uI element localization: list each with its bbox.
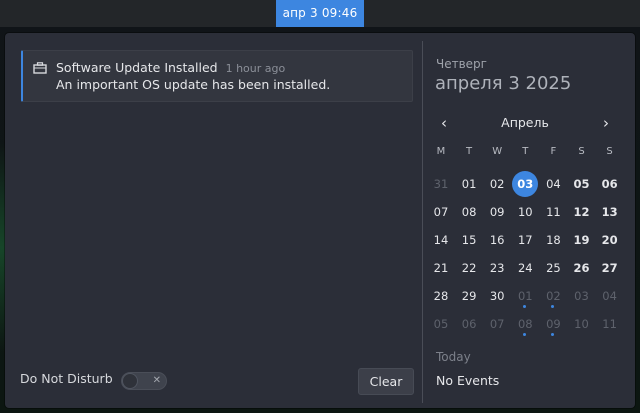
briefcase-icon bbox=[33, 62, 47, 74]
do-not-disturb-label: Do Not Disturb bbox=[20, 371, 113, 386]
calendar-day[interactable]: 15 bbox=[456, 227, 482, 253]
calendar-day[interactable]: 02 bbox=[540, 283, 566, 309]
calendar-day[interactable]: 05 bbox=[428, 311, 454, 337]
clear-button[interactable]: Clear bbox=[358, 368, 414, 395]
calendar-day[interactable]: 02 bbox=[484, 171, 510, 197]
do-not-disturb-toggle[interactable]: ✕ bbox=[121, 372, 167, 390]
notification-calendar-panel: Software Update Installed 1 hour ago An i… bbox=[5, 33, 635, 408]
toggle-off-icon: ✕ bbox=[152, 375, 161, 386]
calendar-day[interactable]: 16 bbox=[484, 227, 510, 253]
weekday-name: Четверг bbox=[436, 57, 487, 71]
calendar-day[interactable]: 08 bbox=[456, 199, 482, 225]
calendar-day[interactable]: 09 bbox=[484, 199, 510, 225]
calendar-day[interactable]: 31 bbox=[428, 171, 454, 197]
calendar-day[interactable]: 04 bbox=[597, 283, 623, 309]
weekday-header: F bbox=[550, 146, 557, 157]
calendar-day[interactable]: 11 bbox=[540, 199, 566, 225]
calendar-day[interactable]: 19 bbox=[569, 227, 595, 253]
calendar-day[interactable]: 07 bbox=[484, 311, 510, 337]
full-date: апреля 3 2025 bbox=[435, 73, 572, 94]
calendar-day[interactable]: 07 bbox=[428, 199, 454, 225]
weekday-header: T bbox=[466, 146, 473, 157]
calendar-day[interactable]: 05 bbox=[569, 171, 595, 197]
calendar-day[interactable]: 20 bbox=[597, 227, 623, 253]
clock-button[interactable]: апр 3 09:46 bbox=[276, 0, 364, 27]
toggle-knob bbox=[122, 373, 138, 389]
calendar-day[interactable]: 01 bbox=[512, 283, 538, 309]
weekday-header: T bbox=[522, 146, 529, 157]
calendar-day[interactable]: 26 bbox=[569, 255, 595, 281]
calendar-day[interactable]: 23 bbox=[484, 255, 510, 281]
weekday-header: M bbox=[436, 146, 446, 157]
calendar-day[interactable]: 18 bbox=[540, 227, 566, 253]
calendar-day[interactable]: 25 bbox=[540, 255, 566, 281]
calendar-day[interactable]: 08 bbox=[512, 311, 538, 337]
calendar-day[interactable]: 29 bbox=[456, 283, 482, 309]
notification-title: Software Update Installed bbox=[56, 60, 218, 75]
event-indicator-dot bbox=[551, 333, 555, 336]
calendar-day[interactable]: 13 bbox=[597, 199, 623, 225]
calendar-day[interactable]: 09 bbox=[540, 311, 566, 337]
column-divider bbox=[422, 41, 423, 403]
calendar-day[interactable]: 10 bbox=[569, 311, 595, 337]
calendar-day[interactable]: 01 bbox=[456, 171, 482, 197]
top-bar: апр 3 09:46 bbox=[0, 0, 640, 27]
calendar-day[interactable]: 30 bbox=[484, 283, 510, 309]
next-month-button[interactable]: › bbox=[596, 113, 616, 133]
calendar-day[interactable]: 24 bbox=[512, 255, 538, 281]
event-indicator-dot bbox=[523, 333, 527, 336]
calendar-day[interactable]: 22 bbox=[456, 255, 482, 281]
weekday-header: S bbox=[606, 146, 613, 157]
month-label[interactable]: Апрель bbox=[465, 115, 585, 130]
calendar-day[interactable]: 04 bbox=[540, 171, 566, 197]
notification-body: An important OS update has been installe… bbox=[56, 77, 331, 92]
calendar-day[interactable]: 27 bbox=[597, 255, 623, 281]
weekday-header: S bbox=[578, 146, 585, 157]
calendar-day[interactable]: 03 bbox=[569, 283, 595, 309]
notification-title-row: Software Update Installed 1 hour ago bbox=[56, 60, 285, 75]
calendar-day[interactable]: 06 bbox=[597, 171, 623, 197]
event-indicator-dot bbox=[551, 305, 555, 308]
notification-card[interactable]: Software Update Installed 1 hour ago An i… bbox=[21, 50, 413, 102]
calendar-day[interactable]: 11 bbox=[597, 311, 623, 337]
event-indicator-dot bbox=[523, 305, 527, 308]
calendar-day[interactable]: 21 bbox=[428, 255, 454, 281]
calendar-day[interactable]: 06 bbox=[456, 311, 482, 337]
events-today-label: Today bbox=[436, 350, 471, 364]
calendar-day[interactable]: 28 bbox=[428, 283, 454, 309]
calendar-day[interactable]: 12 bbox=[569, 199, 595, 225]
events-empty-text: No Events bbox=[436, 373, 500, 388]
calendar-day-today[interactable]: 03 bbox=[512, 171, 539, 197]
weekday-header: W bbox=[492, 146, 503, 157]
calendar-day[interactable]: 14 bbox=[428, 227, 454, 253]
notification-time: 1 hour ago bbox=[225, 62, 286, 75]
previous-month-button[interactable]: ‹ bbox=[434, 113, 454, 133]
calendar-day[interactable]: 17 bbox=[512, 227, 538, 253]
calendar-day[interactable]: 10 bbox=[512, 199, 538, 225]
